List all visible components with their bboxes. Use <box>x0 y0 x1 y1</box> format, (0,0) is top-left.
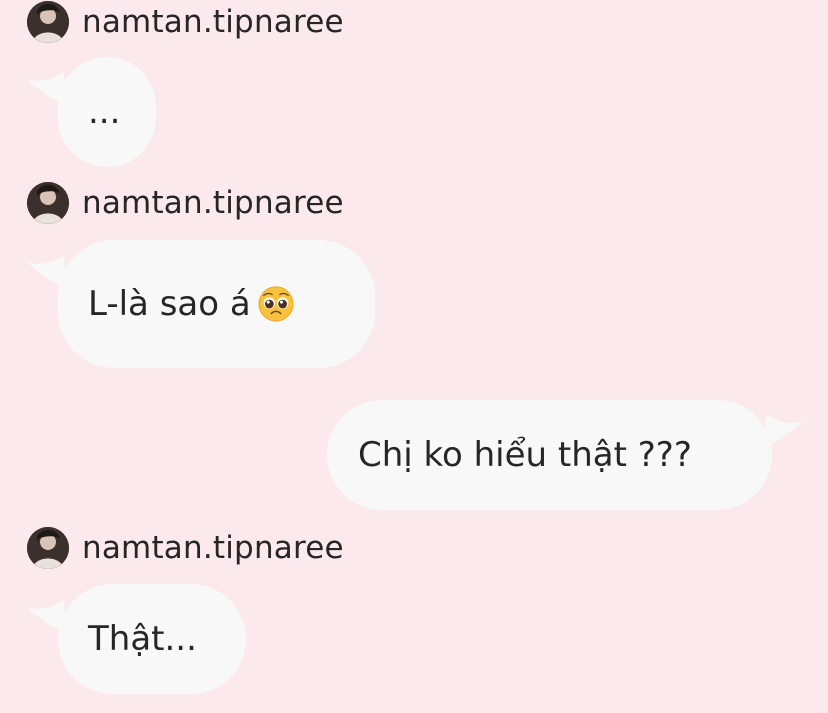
sender-name[interactable]: namtan.tipnaree <box>82 4 344 40</box>
message-bubble-outgoing[interactable]: Chị ko hiểu thật ??? <box>327 400 772 510</box>
message-text: L-là sao á <box>88 284 251 324</box>
pleading-face-emoji <box>258 286 294 322</box>
avatar[interactable] <box>27 1 69 43</box>
sender-name[interactable]: namtan.tipnaree <box>82 185 344 221</box>
avatar[interactable] <box>27 527 69 569</box>
avatar[interactable] <box>27 182 69 224</box>
chat-thread: namtan.tipnaree ... namtan.tipnaree L-là… <box>0 0 828 713</box>
bubble-tail <box>764 414 804 448</box>
sender-header[interactable]: namtan.tipnaree <box>27 0 344 44</box>
message-text: Thật... <box>88 619 197 659</box>
message-text: Chị ko hiểu thật ??? <box>358 435 692 475</box>
sender-header[interactable]: namtan.tipnaree <box>27 181 344 225</box>
message-bubble[interactable]: Thật... <box>58 584 246 694</box>
sender-header[interactable]: namtan.tipnaree <box>27 526 344 570</box>
message-bubble[interactable]: L-là sao á <box>58 240 375 368</box>
message-text: ... <box>88 92 121 132</box>
sender-name[interactable]: namtan.tipnaree <box>82 530 344 566</box>
message-bubble[interactable]: ... <box>58 57 156 167</box>
